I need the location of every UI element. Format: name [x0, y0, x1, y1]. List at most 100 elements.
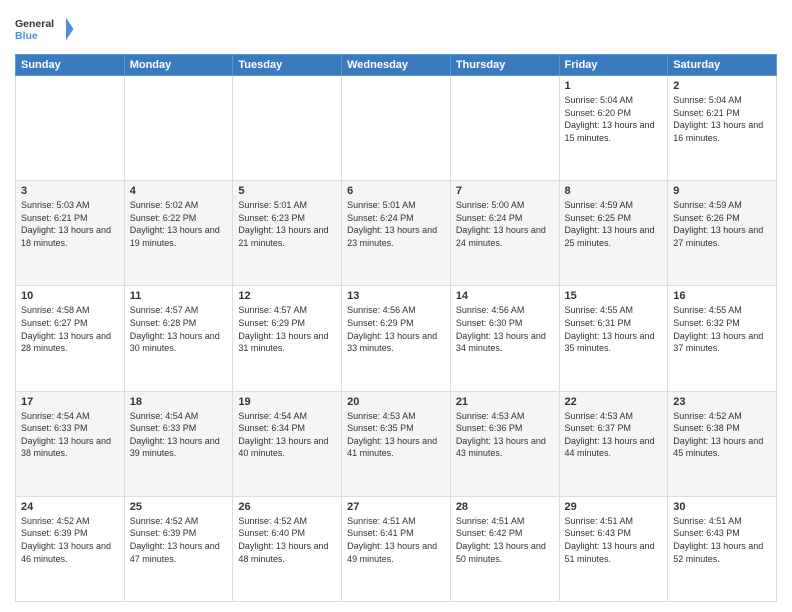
day-cell: 20 Sunrise: 4:53 AMSunset: 6:35 PMDayligh… — [342, 391, 451, 496]
day-number: 20 — [347, 396, 445, 408]
day-cell: 17Sunrise: 4:54 AMSunset: 6:33 PMDayligh… — [16, 391, 125, 496]
day-info: Sunrise: 4:53 AMSunset: 6:37 PMDaylight:… — [565, 410, 663, 460]
day-info: Sunrise: 4:52 AMSunset: 6:39 PMDaylight:… — [21, 515, 119, 565]
day-info: Sunrise: 4:53 AMSunset: 6:35 PMDaylight:… — [347, 410, 445, 460]
day-number: 30 — [673, 501, 771, 513]
day-cell: 23 Sunrise: 4:52 AMSunset: 6:38 PMDayligh… — [668, 391, 777, 496]
day-info: Sunrise: 4:51 AMSunset: 6:43 PMDaylight:… — [673, 515, 771, 565]
day-info: Sunrise: 5:01 AMSunset: 6:24 PMDaylight:… — [347, 199, 445, 249]
day-info: Sunrise: 4:52 AMSunset: 6:39 PMDaylight:… — [130, 515, 228, 565]
day-cell: 30 Sunrise: 4:51 AMSunset: 6:43 PMDayligh… — [668, 496, 777, 601]
day-info: Sunrise: 5:04 AMSunset: 6:21 PMDaylight:… — [673, 94, 771, 144]
week-row-4: 17 Sunrise: 4:54 AMSunset: 6:33 PMDayligh… — [16, 391, 777, 496]
day-info: Sunrise: 4:54 AMSunset: 6:34 PMDaylight:… — [238, 410, 336, 460]
day-info: Sunrise: 4:59 AMSunset: 6:26 PMDaylight:… — [673, 199, 771, 249]
day-cell: 11 Sunrise: 4:57 AMSunset: 6:28 PMDayligh… — [124, 286, 233, 391]
day-info: Sunrise: 4:54 AMSunset: 6:33 PMDaylight:… — [130, 410, 228, 460]
day-cell: 8Sunrise: 4:59 AMSunset: 6:25 PMDaylight… — [559, 181, 668, 286]
calendar-table: SundayMondayTuesdayWednesdayThursdayFrid… — [15, 54, 777, 602]
day-number: 10 — [21, 290, 119, 302]
day-number: 5 — [238, 185, 336, 197]
day-info: Sunrise: 5:00 AMSunset: 6:24 PMDaylight:… — [456, 199, 554, 249]
day-info: Sunrise: 4:51 AMSunset: 6:43 PMDaylight:… — [565, 515, 663, 565]
day-info: Sunrise: 4:56 AMSunset: 6:29 PMDaylight:… — [347, 304, 445, 354]
day-info: Sunrise: 4:52 AMSunset: 6:38 PMDaylight:… — [673, 410, 771, 460]
day-number: 14 — [456, 290, 554, 302]
column-header-wednesday: Wednesday — [342, 55, 451, 76]
day-cell: 19 Sunrise: 4:54 AMSunset: 6:34 PMDayligh… — [233, 391, 342, 496]
day-cell: 2 Sunrise: 5:04 AMSunset: 6:21 PMDaylight… — [668, 76, 777, 181]
header: General Blue — [15, 10, 777, 48]
svg-text:General: General — [15, 18, 54, 30]
day-number: 6 — [347, 185, 445, 197]
day-info: Sunrise: 4:55 AMSunset: 6:32 PMDaylight:… — [673, 304, 771, 354]
day-info: Sunrise: 4:59 AMSunset: 6:25 PMDaylight:… — [565, 199, 663, 249]
day-cell — [450, 76, 559, 181]
day-info: Sunrise: 4:53 AMSunset: 6:36 PMDaylight:… — [456, 410, 554, 460]
day-info: Sunrise: 4:51 AMSunset: 6:42 PMDaylight:… — [456, 515, 554, 565]
day-info: Sunrise: 4:57 AMSunset: 6:28 PMDaylight:… — [130, 304, 228, 354]
logo-svg: General Blue — [15, 10, 75, 48]
day-cell — [124, 76, 233, 181]
day-cell — [342, 76, 451, 181]
day-number: 3 — [21, 185, 119, 197]
day-number: 13 — [347, 290, 445, 302]
day-cell: 26 Sunrise: 4:52 AMSunset: 6:40 PMDayligh… — [233, 496, 342, 601]
day-cell: 15 Sunrise: 4:55 AMSunset: 6:31 PMDayligh… — [559, 286, 668, 391]
column-header-tuesday: Tuesday — [233, 55, 342, 76]
day-info: Sunrise: 4:51 AMSunset: 6:41 PMDaylight:… — [347, 515, 445, 565]
day-cell: 13 Sunrise: 4:56 AMSunset: 6:29 PMDayligh… — [342, 286, 451, 391]
day-cell: 22 Sunrise: 4:53 AMSunset: 6:37 PMDayligh… — [559, 391, 668, 496]
day-info: Sunrise: 4:52 AMSunset: 6:40 PMDaylight:… — [238, 515, 336, 565]
day-number: 17 — [21, 396, 119, 408]
day-number: 19 — [238, 396, 336, 408]
column-header-saturday: Saturday — [668, 55, 777, 76]
day-number: 9 — [673, 185, 771, 197]
day-number: 7 — [456, 185, 554, 197]
day-info: Sunrise: 5:04 AMSunset: 6:20 PMDaylight:… — [565, 94, 663, 144]
calendar-header-row: SundayMondayTuesdayWednesdayThursdayFrid… — [16, 55, 777, 76]
day-cell: 16Sunrise: 4:55 AMSunset: 6:32 PMDayligh… — [668, 286, 777, 391]
day-number: 18 — [130, 396, 228, 408]
day-info: Sunrise: 4:57 AMSunset: 6:29 PMDaylight:… — [238, 304, 336, 354]
day-info: Sunrise: 4:58 AMSunset: 6:27 PMDaylight:… — [21, 304, 119, 354]
day-cell: 21Sunrise: 4:53 AMSunset: 6:36 PMDayligh… — [450, 391, 559, 496]
day-cell: 28 Sunrise: 4:51 AMSunset: 6:42 PMDayligh… — [450, 496, 559, 601]
day-cell — [16, 76, 125, 181]
day-cell: 14 Sunrise: 4:56 AMSunset: 6:30 PMDayligh… — [450, 286, 559, 391]
day-info: Sunrise: 4:56 AMSunset: 6:30 PMDaylight:… — [456, 304, 554, 354]
column-header-monday: Monday — [124, 55, 233, 76]
day-number: 28 — [456, 501, 554, 513]
day-info: Sunrise: 5:02 AMSunset: 6:22 PMDaylight:… — [130, 199, 228, 249]
day-number: 12 — [238, 290, 336, 302]
day-cell: 18 Sunrise: 4:54 AMSunset: 6:33 PMDayligh… — [124, 391, 233, 496]
day-cell: 24 Sunrise: 4:52 AMSunset: 6:39 PMDayligh… — [16, 496, 125, 601]
day-number: 23 — [673, 396, 771, 408]
day-cell: 6 Sunrise: 5:01 AMSunset: 6:24 PMDaylight… — [342, 181, 451, 286]
day-number: 29 — [565, 501, 663, 513]
day-number: 1 — [565, 80, 663, 92]
day-number: 26 — [238, 501, 336, 513]
day-number: 22 — [565, 396, 663, 408]
svg-text:Blue: Blue — [15, 30, 38, 42]
day-number: 4 — [130, 185, 228, 197]
day-info: Sunrise: 5:03 AMSunset: 6:21 PMDaylight:… — [21, 199, 119, 249]
day-number: 2 — [673, 80, 771, 92]
day-number: 24 — [21, 501, 119, 513]
day-cell: 4 Sunrise: 5:02 AMSunset: 6:22 PMDaylight… — [124, 181, 233, 286]
column-header-thursday: Thursday — [450, 55, 559, 76]
column-header-sunday: Sunday — [16, 55, 125, 76]
day-cell — [233, 76, 342, 181]
day-number: 15 — [565, 290, 663, 302]
day-cell: 10 Sunrise: 4:58 AMSunset: 6:27 PMDayligh… — [16, 286, 125, 391]
day-cell: 3 Sunrise: 5:03 AMSunset: 6:21 PMDaylight… — [16, 181, 125, 286]
column-header-friday: Friday — [559, 55, 668, 76]
day-number: 11 — [130, 290, 228, 302]
day-number: 25 — [130, 501, 228, 513]
day-info: Sunrise: 4:55 AMSunset: 6:31 PMDaylight:… — [565, 304, 663, 354]
day-cell: 5Sunrise: 5:01 AMSunset: 6:23 PMDaylight… — [233, 181, 342, 286]
day-cell: 9 Sunrise: 4:59 AMSunset: 6:26 PMDaylight… — [668, 181, 777, 286]
logo: General Blue — [15, 10, 75, 48]
week-row-2: 3 Sunrise: 5:03 AMSunset: 6:21 PMDaylight… — [16, 181, 777, 286]
week-row-1: 1 Sunrise: 5:04 AMSunset: 6:20 PMDaylight… — [16, 76, 777, 181]
